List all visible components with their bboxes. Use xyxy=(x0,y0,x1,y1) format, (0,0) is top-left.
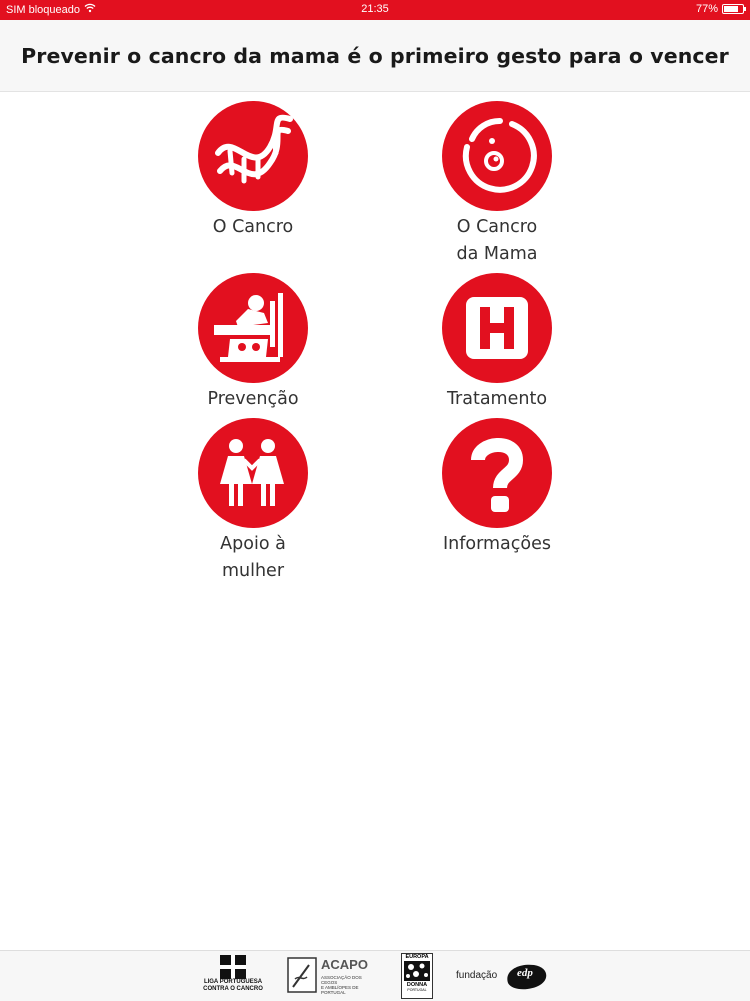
dna-icon xyxy=(198,101,308,211)
header-bar: Prevenir o cancro da mama é o primeiro g… xyxy=(0,20,750,92)
menu-item-o-cancro-da-mama[interactable]: O Cancro da Mama xyxy=(417,101,577,268)
breast-icon xyxy=(442,101,552,211)
fundacao-edp-logo: fundação edp xyxy=(456,955,552,997)
footer-logos: LIGA PORTUGUESA CONTRA O CANCRO ACAPO AS… xyxy=(0,950,750,1001)
acapo-logo: ACAPO ASSOCIAÇÃO DOS CEGOS E AMBLÍOPES D… xyxy=(287,955,379,997)
hospital-icon xyxy=(442,273,552,383)
menu-item-label: O Cancro xyxy=(212,217,294,237)
women-icon xyxy=(198,418,308,528)
mammography-icon xyxy=(198,273,308,383)
menu-item-label: Prevenção xyxy=(207,389,299,409)
battery-icon xyxy=(722,4,746,14)
menu-item-tratamento[interactable]: Tratamento xyxy=(417,273,577,413)
liga-portuguesa-logo: LIGA PORTUGUESA CONTRA O CANCRO xyxy=(200,955,266,997)
menu-item-apoio-a-mulher[interactable]: Apoio à mulher xyxy=(173,418,333,585)
page-title: Prevenir o cancro da mama é o primeiro g… xyxy=(21,43,729,68)
menu-item-label: O Cancro da Mama xyxy=(456,217,538,264)
question-icon xyxy=(442,418,552,528)
status-bar: SIM bloqueado 21:35 77% xyxy=(0,0,750,20)
menu-item-o-cancro[interactable]: O Cancro xyxy=(173,101,333,241)
menu-item-label: Tratamento xyxy=(446,389,548,409)
menu-item-prevencao[interactable]: Prevenção xyxy=(173,273,333,413)
clock: 21:35 xyxy=(361,3,389,15)
europa-donna-logo: EUROPA DONNA PORTUGAL xyxy=(401,953,433,999)
menu-item-label: Apoio à mulher xyxy=(220,534,286,581)
menu-item-label: Informações xyxy=(443,534,551,554)
battery-percent: 77% xyxy=(695,3,718,15)
menu-item-informacoes[interactable]: Informações xyxy=(417,418,577,558)
